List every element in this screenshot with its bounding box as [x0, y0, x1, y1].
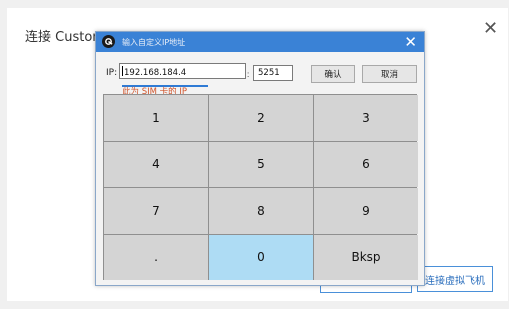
key-6[interactable]: 6	[314, 141, 418, 187]
confirm-button[interactable]: 确认	[311, 65, 355, 83]
custom-ip-modal: 输入自定义IP地址 ✕ IP: 192.168.184.4 : 5251 确认 …	[95, 31, 425, 286]
modal-title: 输入自定义IP地址	[122, 38, 186, 47]
key-4[interactable]: 4	[104, 141, 208, 187]
modal-titlebar: 输入自定义IP地址 ✕	[96, 32, 424, 52]
ip-address-value: 192.168.184.4	[124, 68, 187, 78]
cancel-button[interactable]: 取消	[362, 65, 417, 83]
key-9[interactable]: 9	[314, 188, 418, 234]
key-dot[interactable]: .	[104, 234, 208, 280]
background-close-icon[interactable]: ✕	[483, 20, 498, 38]
ip-address-input[interactable]: 192.168.184.4	[119, 63, 246, 79]
key-2[interactable]: 2	[209, 95, 313, 141]
background-dialog-title: 连接 Custom	[25, 30, 105, 45]
key-5[interactable]: 5	[209, 141, 313, 187]
key-1[interactable]: 1	[104, 95, 208, 141]
close-icon[interactable]: ✕	[404, 33, 417, 51]
key-0[interactable]: 0	[209, 234, 313, 280]
key-8[interactable]: 8	[209, 188, 313, 234]
port-value: 5251	[258, 68, 280, 78]
key-backspace[interactable]: Bksp	[314, 234, 418, 280]
key-3[interactable]: 3	[314, 95, 418, 141]
numeric-keypad: 1 2 3 4 5 6 7 8 9 . 0 Bksp	[103, 94, 418, 280]
port-separator: :	[247, 70, 250, 79]
app-logo-icon	[102, 35, 115, 48]
connect-simulator-button[interactable]: 连接虚拟飞机	[417, 266, 493, 292]
key-7[interactable]: 7	[104, 188, 208, 234]
ip-label: IP:	[106, 68, 118, 78]
port-input[interactable]: 5251	[253, 65, 293, 81]
